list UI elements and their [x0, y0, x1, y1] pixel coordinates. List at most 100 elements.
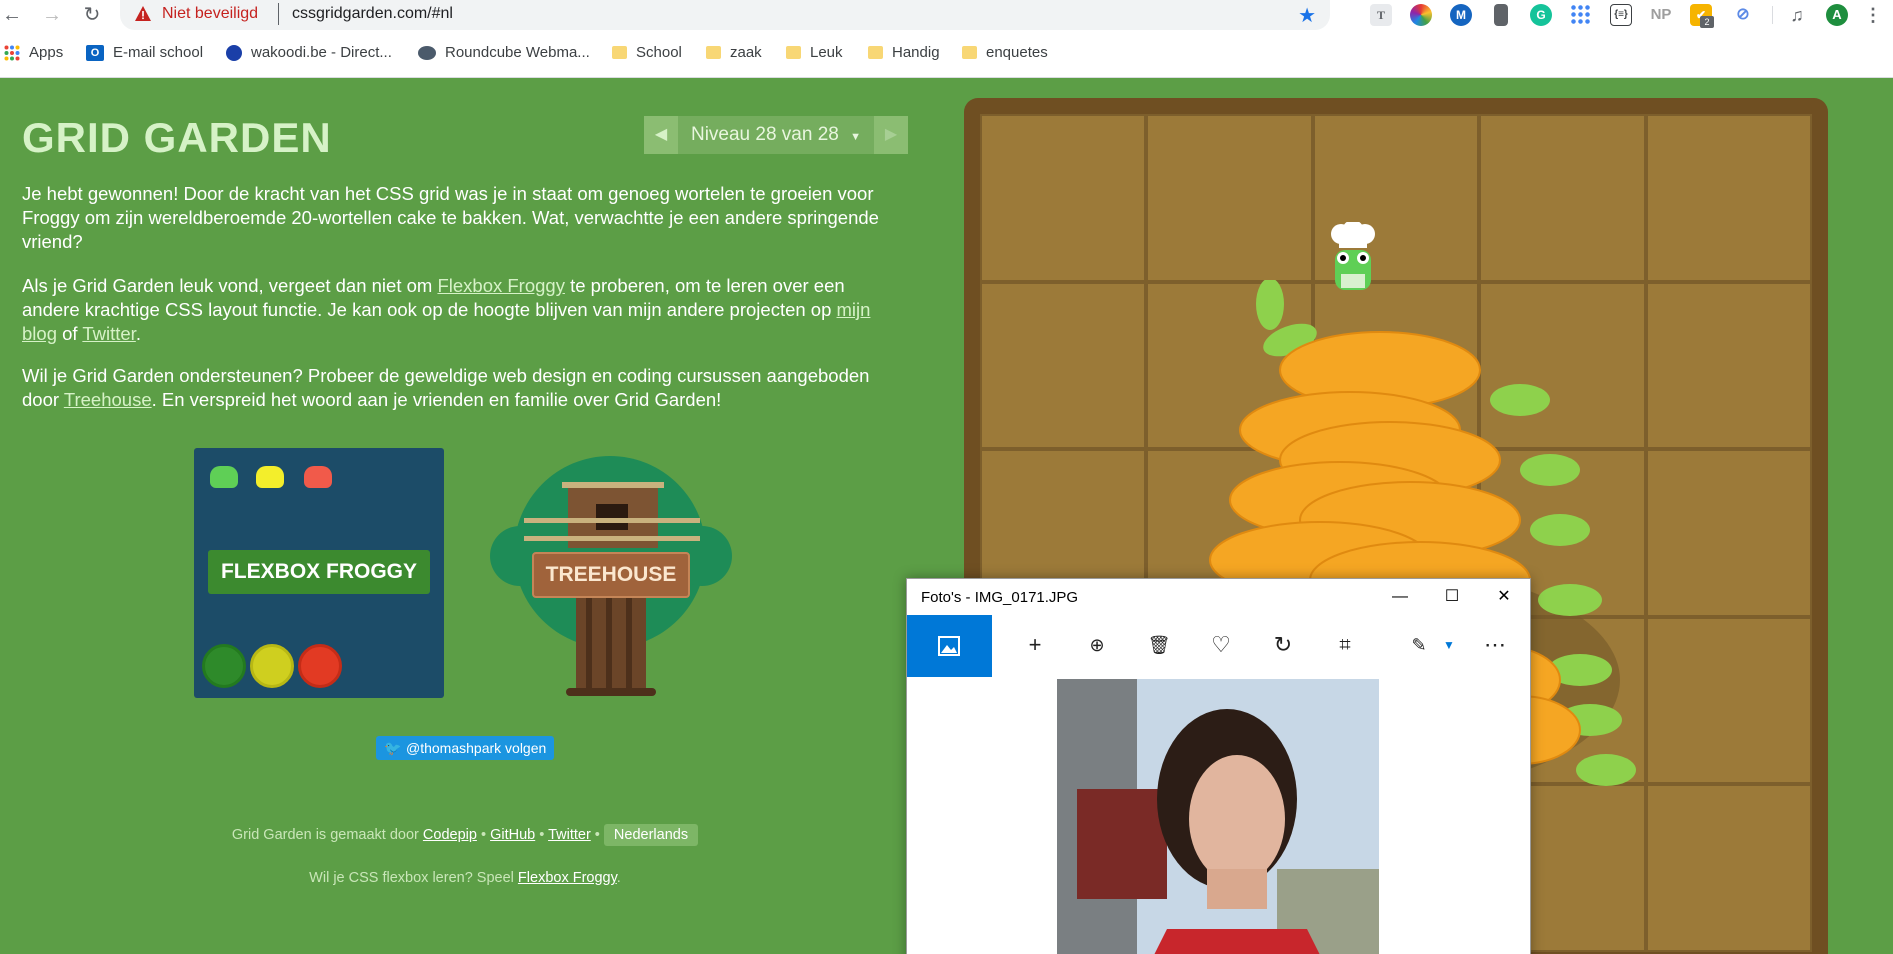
edit-icon[interactable]: ✎ — [1403, 629, 1435, 661]
grammarly-extension-icon[interactable]: G — [1530, 4, 1552, 26]
language-selector[interactable]: Nederlands — [603, 824, 699, 846]
twitter-follow-button[interactable]: 🐦 @thomashpark volgen — [376, 736, 554, 760]
wakoodi-icon — [226, 44, 242, 61]
photo-image — [1057, 679, 1379, 954]
garden-cell — [1479, 114, 1646, 282]
bookmark-label: Apps — [29, 44, 64, 61]
footer-credits: Grid Garden is gemaakt door Codepip • Gi… — [0, 824, 930, 846]
see-all-photos-button[interactable] — [907, 615, 992, 677]
codepip-link[interactable]: Codepip — [423, 827, 477, 843]
minimize-button[interactable]: — — [1374, 579, 1426, 615]
footer-flexbox-link[interactable]: Flexbox Froggy — [518, 870, 617, 886]
bookmark-school[interactable]: School — [612, 44, 682, 61]
caret-down-icon: ▼ — [850, 131, 862, 143]
menu-kebab-icon[interactable]: ⋮ — [1862, 4, 1884, 26]
eye-slash-extension-icon[interactable]: ⊘ — [1732, 4, 1754, 26]
text: of — [56, 323, 83, 344]
reload-button[interactable]: ↻ — [80, 3, 104, 27]
text: Wil je CSS flexbox leren? Speel — [309, 870, 518, 886]
flexbox-froggy-card[interactable]: FLEXBOX FROGGY — [194, 448, 444, 698]
dots-extension-icon[interactable] — [1570, 4, 1592, 26]
url-text[interactable]: cssgridgarden.com/#nl — [292, 5, 453, 23]
profile-avatar[interactable]: A — [1826, 4, 1848, 26]
media-control-icon[interactable]: ♫ — [1786, 4, 1808, 26]
text: . — [616, 870, 621, 886]
maximize-button[interactable]: ☐ — [1426, 579, 1478, 615]
text-extension-icon[interactable]: T — [1370, 4, 1392, 26]
browser-toolbar: ← → ↻ Niet beveiligd cssgridgarden.com/#… — [0, 0, 1893, 30]
security-label: Niet beveiligd — [162, 5, 259, 22]
bookmark-label: Leuk — [810, 44, 843, 61]
folder-icon — [962, 46, 977, 59]
color-wheel-extension-icon[interactable] — [1410, 4, 1432, 26]
m-extension-icon[interactable]: M — [1450, 4, 1472, 26]
json-extension-icon[interactable]: {≡} — [1610, 4, 1632, 26]
more-options-icon[interactable]: ⋯ — [1479, 629, 1511, 661]
garden-cell — [980, 114, 1147, 282]
omnibox-separator — [278, 3, 279, 25]
support-paragraph: Wil je Grid Garden ondersteunen? Probeer… — [22, 364, 902, 412]
text: Als je Grid Garden leuk vond, vergeet da… — [22, 275, 438, 296]
trash-icon[interactable]: 🗑 — [1143, 629, 1175, 661]
bookmark-email-school[interactable]: O E-mail school — [86, 44, 203, 61]
flexbox-froggy-button[interactable]: FLEXBOX FROGGY — [208, 550, 430, 594]
treehouse-card[interactable]: TREEHOUSE — [490, 452, 734, 698]
bookmark-wakoodi[interactable]: wakoodi.be - Direct... — [226, 44, 392, 61]
forward-button[interactable]: → — [40, 3, 64, 27]
bookmark-enquetes[interactable]: enquetes — [962, 44, 1048, 61]
bookmark-star-icon[interactable]: ★ — [1298, 3, 1316, 28]
separator: • — [535, 827, 549, 843]
bookmark-handig[interactable]: Handig — [868, 44, 940, 61]
photos-toolbar: + ⊕ 🗑 ♡ ↻ ⌗ ✎ ▼ ⋯ — [907, 615, 1530, 677]
treehouse-button[interactable]: TREEHOUSE — [532, 552, 690, 598]
twitter-bird-icon: 🐦 — [384, 740, 402, 756]
red-frog-icon — [304, 466, 332, 488]
level-label: Niveau 28 van 28 — [690, 124, 839, 145]
treehouse-link[interactable]: Treehouse — [64, 389, 152, 410]
bookmark-roundcube[interactable]: Roundcube Webma... — [418, 44, 590, 61]
image-icon — [938, 636, 960, 656]
zoom-in-icon[interactable]: ⊕ — [1081, 629, 1113, 661]
green-lilypad-icon — [202, 644, 246, 688]
np-extension-icon[interactable]: NP — [1650, 4, 1672, 26]
roundcube-icon — [418, 45, 436, 60]
back-button[interactable]: ← — [0, 3, 24, 27]
next-level-button[interactable]: ▶ — [874, 116, 908, 154]
promo-paragraph: Als je Grid Garden leuk vond, vergeet da… — [22, 274, 902, 346]
address-bar[interactable]: Niet beveiligd cssgridgarden.com/#nl ★ — [120, 0, 1330, 30]
flexbox-froggy-link[interactable]: Flexbox Froggy — [437, 275, 565, 296]
heart-icon[interactable]: ♡ — [1205, 629, 1237, 661]
bookmark-leuk[interactable]: Leuk — [786, 44, 843, 61]
add-plus-icon[interactable]: + — [1019, 629, 1051, 661]
bookmark-label: zaak — [730, 44, 762, 61]
garden-cell — [980, 281, 1147, 450]
crop-icon[interactable]: ⌗ — [1329, 629, 1361, 661]
extension-badge: 2 — [1700, 16, 1714, 28]
bookmark-label: Roundcube Webma... — [445, 44, 590, 61]
previous-level-button[interactable]: ◀ — [644, 116, 678, 154]
rotate-icon[interactable]: ↻ — [1267, 629, 1299, 661]
bookmark-zaak[interactable]: zaak — [706, 44, 762, 61]
edit-chevron-down-icon[interactable]: ▼ — [1433, 629, 1465, 661]
bookmark-label: Handig — [892, 44, 940, 61]
red-lilypad-icon — [298, 644, 342, 688]
text: Grid Garden is gemaakt door — [231, 827, 423, 843]
text: . — [135, 323, 141, 344]
level-dropdown[interactable]: Niveau 28 van 28 ▼ — [678, 116, 874, 154]
photos-window-title: Foto's - IMG_0171.JPG — [921, 589, 1079, 606]
footer-twitter-link[interactable]: Twitter — [548, 827, 591, 843]
github-link[interactable]: GitHub — [490, 827, 535, 843]
bookmarks-bar: Apps O E-mail school wakoodi.be - Direct… — [0, 30, 1893, 78]
bookmark-label: E-mail school — [113, 44, 204, 61]
outlook-icon: O — [86, 44, 104, 61]
photos-titlebar[interactable]: Foto's - IMG_0171.JPG — ☐ ✕ — [907, 579, 1530, 615]
garden-cell — [1645, 449, 1812, 617]
bookmark-extension-icon[interactable] — [1494, 4, 1508, 26]
bookmark-apps[interactable]: Apps — [4, 44, 63, 61]
portrait-photo — [1057, 679, 1379, 954]
garden-cell — [1645, 281, 1812, 450]
twitter-follow-label: @thomashpark volgen — [406, 740, 547, 756]
footer-flexbox-promo: Wil je CSS flexbox leren? Speel Flexbox … — [0, 870, 930, 886]
close-button[interactable]: ✕ — [1478, 579, 1530, 615]
twitter-link[interactable]: Twitter — [82, 323, 135, 344]
